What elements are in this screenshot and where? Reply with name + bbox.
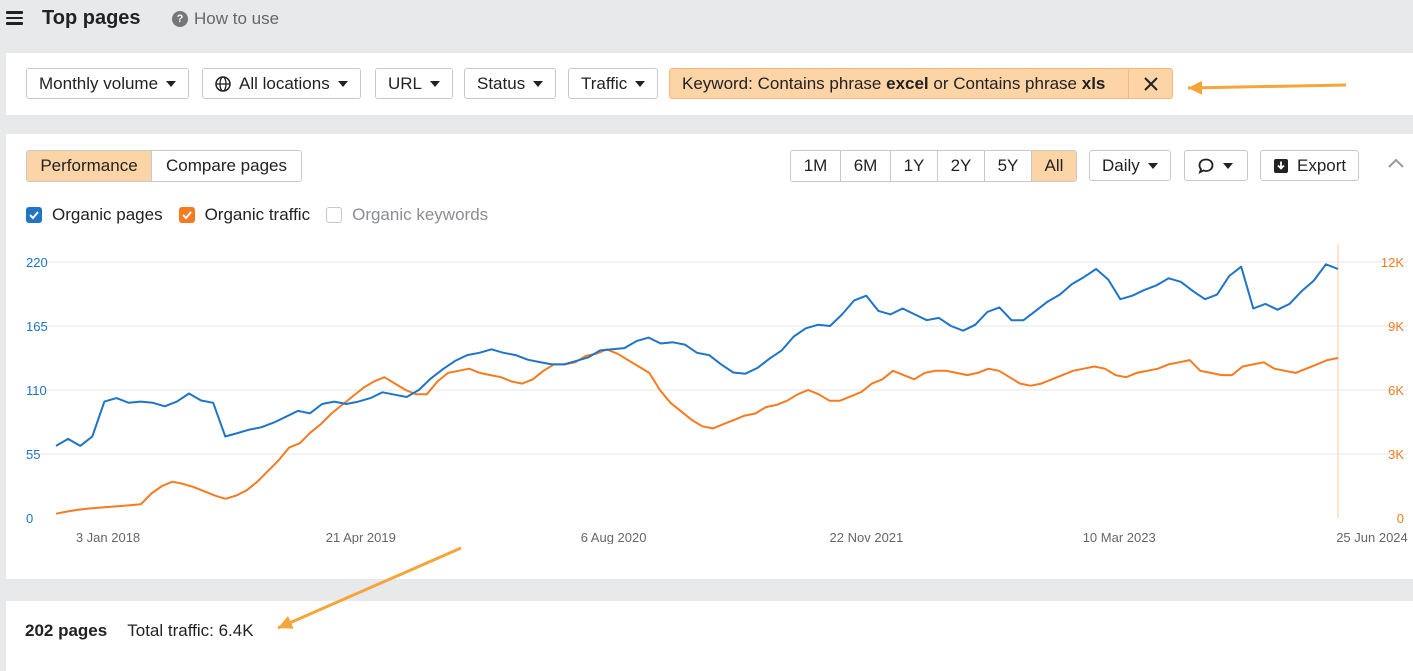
interval-dropdown[interactable]: Daily xyxy=(1089,150,1171,181)
traffic-label: Traffic xyxy=(581,74,627,94)
monthly-volume-dropdown[interactable]: Monthly volume xyxy=(26,68,189,99)
view-tabs: Performance Compare pages xyxy=(26,150,302,182)
results-summary: 202 pages Total traffic: 6.4K xyxy=(6,601,1413,671)
locations-label: All locations xyxy=(239,74,330,94)
menu-icon[interactable] xyxy=(6,11,23,25)
url-label: URL xyxy=(388,74,422,94)
checkbox-checked-icon xyxy=(26,207,42,223)
range-6m[interactable]: 6M xyxy=(841,151,891,181)
y-tick-left: 0 xyxy=(26,511,33,526)
comment-icon xyxy=(1197,157,1215,175)
chevron-down-icon xyxy=(430,81,440,87)
legend-organic-traffic-label: Organic traffic xyxy=(205,205,311,225)
legend-organic-keywords[interactable]: Organic keywords xyxy=(326,205,488,225)
y-tick-right: 9K xyxy=(1388,319,1404,334)
range-2y[interactable]: 2Y xyxy=(938,151,985,181)
range-all[interactable]: All xyxy=(1032,151,1076,181)
organic-pages-line xyxy=(56,264,1338,446)
range-5y[interactable]: 5Y xyxy=(985,151,1032,181)
monthly-volume-label: Monthly volume xyxy=(39,74,158,94)
range-1m[interactable]: 1M xyxy=(791,151,841,181)
status-label: Status xyxy=(477,74,525,94)
how-to-use-label: How to use xyxy=(194,9,279,29)
close-icon[interactable] xyxy=(1128,69,1172,98)
globe-icon xyxy=(215,76,231,92)
legend-organic-pages-label: Organic pages xyxy=(52,205,163,225)
how-to-use-link[interactable]: ? How to use xyxy=(172,9,279,29)
x-tick-label: 25 Jun 2024 xyxy=(1336,530,1408,544)
checkbox-unchecked-icon xyxy=(326,207,342,223)
y-tick-left: 165 xyxy=(26,319,48,334)
tab-compare-pages[interactable]: Compare pages xyxy=(152,151,301,181)
organic-traffic-line xyxy=(56,350,1338,514)
y-tick-left: 110 xyxy=(26,383,47,398)
y-tick-left: 220 xyxy=(26,255,48,270)
keyword-filter-mid: or Contains phrase xyxy=(929,74,1082,93)
chevron-down-icon xyxy=(338,81,348,87)
chevron-down-icon xyxy=(1223,163,1233,169)
y-tick-right: 6K xyxy=(1388,383,1404,398)
chevron-down-icon xyxy=(166,81,176,87)
chevron-up-icon[interactable] xyxy=(1387,156,1405,170)
keyword-filter-chip[interactable]: Keyword: Contains phrase excel or Contai… xyxy=(669,68,1173,99)
legend-organic-pages[interactable]: Organic pages xyxy=(26,205,163,225)
download-icon xyxy=(1273,158,1289,174)
pages-count: 202 pages xyxy=(25,621,107,641)
y-tick-right: 12K xyxy=(1381,255,1404,270)
y-tick-right: 3K xyxy=(1388,447,1404,462)
x-tick-label: 22 Nov 2021 xyxy=(830,530,904,544)
keyword-term-1: excel xyxy=(886,74,929,93)
tab-performance[interactable]: Performance xyxy=(27,151,152,181)
y-tick-left: 55 xyxy=(26,447,40,462)
x-tick-label: 6 Aug 2020 xyxy=(581,530,647,544)
range-selector: 1M 6M 1Y 2Y 5Y All xyxy=(790,150,1077,182)
page-title: Top pages xyxy=(42,7,141,30)
locations-dropdown[interactable]: All locations xyxy=(202,68,361,99)
export-label: Export xyxy=(1297,156,1346,176)
filter-bar: Monthly volume All locations URL Status … xyxy=(6,53,1413,115)
url-dropdown[interactable]: URL xyxy=(375,68,453,99)
keyword-term-2: xls xyxy=(1082,74,1106,93)
checkbox-checked-icon xyxy=(179,207,195,223)
status-dropdown[interactable]: Status xyxy=(464,68,556,99)
keyword-filter-prefix: Keyword: Contains phrase xyxy=(682,74,886,93)
annotations-dropdown[interactable] xyxy=(1184,150,1248,181)
interval-label: Daily xyxy=(1102,156,1140,176)
y-tick-right: 0 xyxy=(1397,511,1404,526)
chart-legend: Organic pages Organic traffic Organic ke… xyxy=(26,205,504,225)
performance-chart-card: Performance Compare pages 1M 6M 1Y 2Y 5Y… xyxy=(6,134,1413,579)
x-tick-label: 21 Apr 2019 xyxy=(326,530,396,544)
x-tick-label: 3 Jan 2018 xyxy=(76,530,140,544)
keyword-filter-label: Keyword: Contains phrase excel or Contai… xyxy=(670,74,1128,94)
chevron-down-icon xyxy=(533,81,543,87)
chevron-down-icon xyxy=(1148,163,1158,169)
export-button[interactable]: Export xyxy=(1260,150,1359,181)
range-1y[interactable]: 1Y xyxy=(891,151,938,181)
help-icon: ? xyxy=(172,11,188,27)
chevron-down-icon xyxy=(635,81,645,87)
top-bar: Top pages ? How to use xyxy=(0,0,1413,40)
performance-chart: 0 0 55 3K 110 6K 165 9K 220 12K 3 Jan 2018 21 Apr 2… xyxy=(6,244,1413,544)
legend-organic-traffic[interactable]: Organic traffic xyxy=(179,205,311,225)
legend-organic-keywords-label: Organic keywords xyxy=(352,205,488,225)
traffic-dropdown[interactable]: Traffic xyxy=(568,68,658,99)
summary-row: 202 pages Total traffic: 6.4K xyxy=(25,621,254,641)
x-tick-label: 10 Mar 2023 xyxy=(1083,530,1156,544)
total-traffic: Total traffic: 6.4K xyxy=(127,621,253,641)
